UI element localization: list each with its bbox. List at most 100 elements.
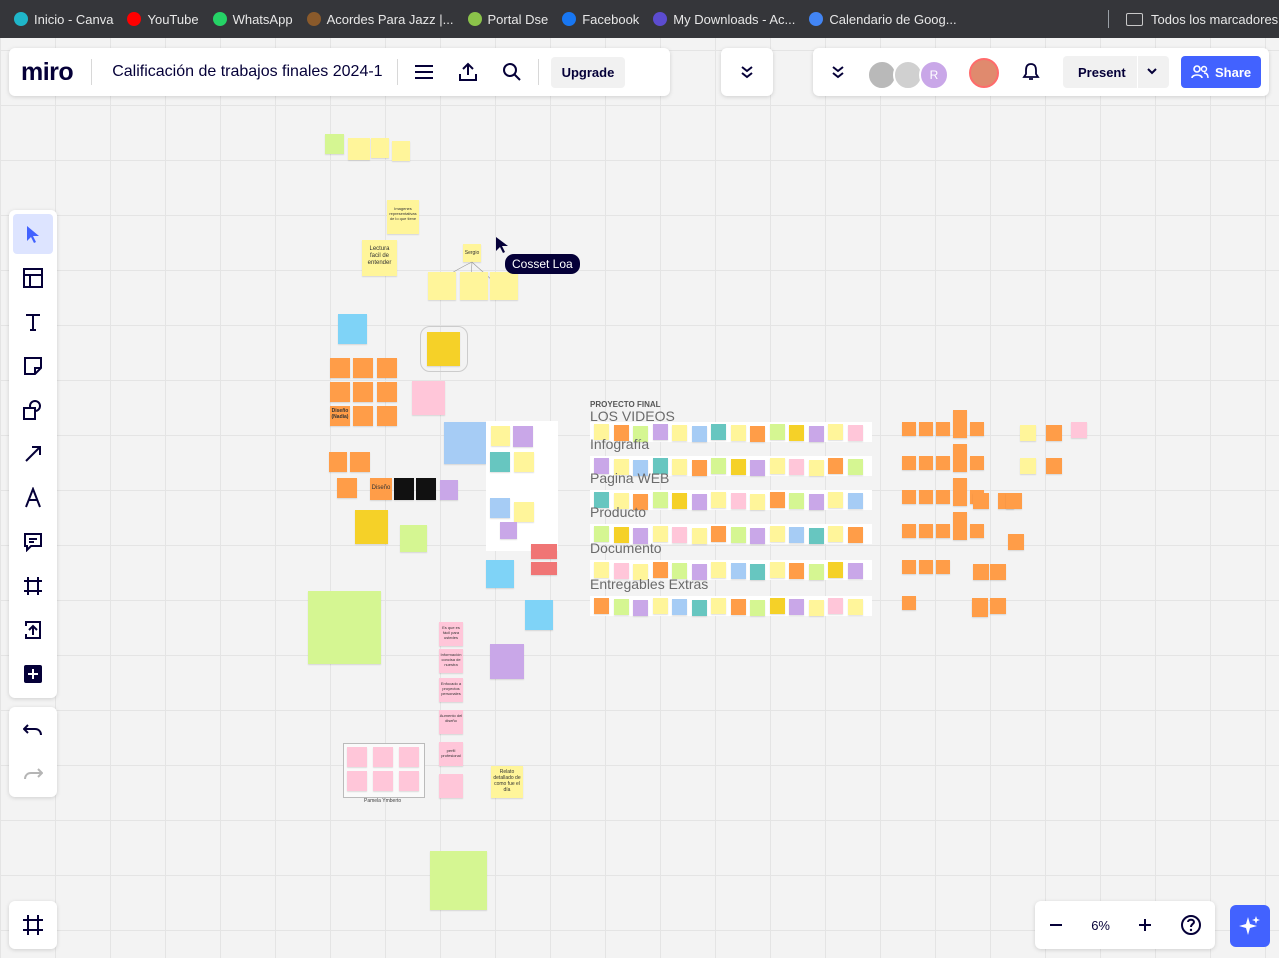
sticky-note[interactable] [490, 452, 510, 472]
sticky-note[interactable] [789, 459, 804, 475]
sticky-note[interactable] [750, 564, 765, 580]
sticky-note[interactable] [808, 494, 824, 510]
sticky-note[interactable] [789, 425, 804, 441]
sticky-note[interactable] [808, 600, 824, 616]
sticky-note[interactable] [691, 528, 707, 544]
sticky-note[interactable] [514, 452, 534, 472]
bookmark-item[interactable]: Calendario de Goog... [809, 12, 957, 27]
sticky-note[interactable] [416, 478, 436, 500]
sticky-note[interactable] [672, 459, 687, 475]
menu-icon[interactable] [406, 54, 442, 90]
sticky-note[interactable] [828, 598, 843, 614]
zoom-in-icon[interactable] [1137, 917, 1153, 933]
sticky-note[interactable] [428, 272, 456, 300]
sticky-note[interactable] [808, 564, 824, 580]
sticky-note[interactable] [373, 771, 393, 791]
sticky-note[interactable] [769, 492, 785, 508]
sticky-note[interactable] [769, 526, 785, 542]
sticky-note[interactable] [525, 600, 553, 630]
sticky-note[interactable] [847, 527, 863, 543]
sticky-note[interactable]: Diseño [370, 478, 392, 500]
sticky-note[interactable] [789, 493, 804, 509]
sticky-note[interactable] [399, 747, 419, 767]
sticky-note[interactable] [902, 456, 916, 470]
sticky-note[interactable] [750, 460, 765, 476]
sticky-note[interactable] [412, 381, 445, 415]
pen-tool[interactable] [13, 478, 53, 518]
sticky-note[interactable] [711, 424, 726, 440]
sticky-note[interactable] [750, 494, 765, 510]
sticky-note[interactable] [691, 600, 707, 616]
sticky-note[interactable] [919, 456, 933, 470]
bookmark-item[interactable]: Inicio - Canva [14, 12, 113, 27]
drawing-shape[interactable] [420, 326, 468, 372]
sticky-note[interactable] [613, 599, 629, 615]
sticky-note[interactable] [490, 644, 524, 679]
user-avatar[interactable] [969, 58, 999, 88]
sticky-note[interactable] [711, 562, 726, 578]
sticky-note[interactable] [990, 598, 1006, 614]
sticky-note[interactable] [394, 478, 414, 500]
sticky-note[interactable] [730, 563, 746, 579]
sticky-note[interactable] [594, 598, 609, 614]
sticky-note[interactable]: Aumento del diseño [439, 710, 463, 734]
sticky-note[interactable] [730, 493, 746, 509]
sticky-note[interactable] [325, 134, 344, 154]
sticky-note[interactable] [789, 599, 804, 615]
sticky-note[interactable] [711, 458, 726, 474]
sticky-note[interactable] [789, 563, 804, 579]
redo-button[interactable] [13, 755, 53, 795]
sticky-note[interactable] [828, 424, 843, 440]
export-icon[interactable] [450, 54, 486, 90]
zoom-out-icon[interactable] [1048, 917, 1064, 933]
sticky-note[interactable] [329, 452, 347, 472]
bookmark-item[interactable]: My Downloads - Ac... [653, 12, 795, 27]
sticky-note[interactable] [330, 382, 350, 402]
sticky-note[interactable] [460, 272, 488, 300]
sticky-note[interactable] [1020, 425, 1036, 441]
sticky-note[interactable] [353, 358, 373, 378]
sticky-note[interactable] [990, 564, 1006, 580]
sticky-note[interactable] [377, 406, 397, 426]
sticky-note[interactable] [711, 598, 726, 614]
sticky-note[interactable] [531, 562, 557, 575]
collapse-panel[interactable] [721, 48, 773, 96]
sticky-note[interactable]: Relato detallado de como fue el día [491, 766, 523, 798]
sticky-note[interactable] [750, 600, 765, 616]
templates-tool[interactable] [13, 258, 53, 298]
bookmark-item[interactable]: Facebook [562, 12, 639, 27]
sticky-note[interactable] [808, 528, 824, 544]
frames-button[interactable] [9, 901, 57, 949]
comment-tool[interactable] [13, 522, 53, 562]
sticky-note[interactable] [491, 426, 510, 446]
sticky-note[interactable] [633, 600, 648, 616]
sticky-note[interactable]: Enfocado a proyectos personales [439, 678, 463, 702]
sticky-note[interactable] [377, 358, 397, 378]
sticky-note[interactable] [970, 524, 984, 538]
sticky-note[interactable] [936, 490, 950, 504]
sticky-note[interactable] [769, 424, 785, 440]
sticky-note[interactable] [769, 562, 785, 578]
sticky-note[interactable] [500, 522, 517, 539]
chevron-double-down-icon[interactable] [831, 65, 845, 79]
sticky-note[interactable] [730, 459, 746, 475]
zoom-level[interactable]: 6% [1091, 918, 1110, 933]
sticky-note[interactable] [373, 747, 393, 767]
sticky-note[interactable] [919, 524, 933, 538]
sticky-note[interactable] [936, 560, 950, 574]
chevron-down-icon[interactable] [1147, 68, 1157, 76]
sticky-note[interactable]: Información concisa de nuestra [439, 649, 463, 673]
board-title[interactable]: Calificación de trabajos finales 2024-1 [112, 63, 382, 81]
help-icon[interactable] [1180, 914, 1202, 936]
upload-tool[interactable] [13, 610, 53, 650]
sticky-note[interactable] [353, 382, 373, 402]
sticky-note[interactable] [970, 422, 984, 436]
sticky-note[interactable] [330, 358, 350, 378]
sticky-note[interactable] [919, 422, 933, 436]
sticky-note[interactable] [691, 426, 707, 442]
sticky-note[interactable] [672, 527, 687, 543]
sticky-note[interactable] [973, 493, 989, 509]
sticky-note[interactable] [828, 492, 843, 508]
sticky-note[interactable] [953, 410, 967, 438]
sticky-note[interactable] [953, 512, 967, 540]
